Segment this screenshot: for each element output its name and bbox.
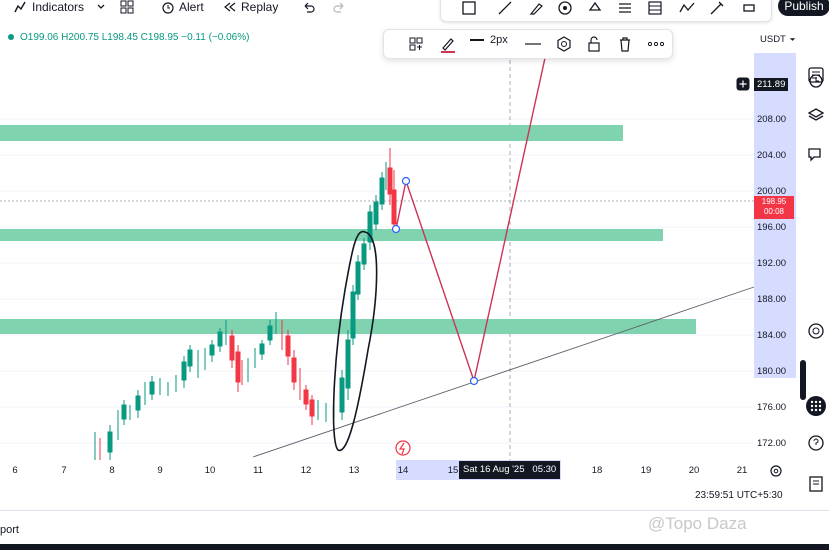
time-tick: 20 bbox=[688, 465, 700, 476]
path-anchor-point[interactable] bbox=[469, 376, 479, 386]
price-tick: 188.00 bbox=[757, 294, 787, 305]
trash-icon[interactable] bbox=[617, 36, 633, 52]
time-tick: 8 bbox=[109, 465, 115, 476]
lock-icon[interactable] bbox=[586, 36, 602, 52]
apps-grid-icon[interactable] bbox=[806, 396, 826, 416]
clock-label: 23:59:51 UTC+5:30 bbox=[695, 490, 783, 501]
current-price-value: 198.95 bbox=[761, 197, 787, 206]
line-width-selector[interactable]: 2px bbox=[470, 34, 508, 46]
line-style-icon[interactable] bbox=[524, 36, 542, 52]
settings-icon[interactable] bbox=[556, 36, 572, 52]
time-tick: 11 bbox=[253, 465, 263, 476]
crosshair-time-label: Sat 16 Aug '25 05:30 bbox=[459, 461, 561, 479]
path-anchor-point[interactable] bbox=[401, 176, 411, 186]
time-tick: 18 bbox=[591, 465, 603, 476]
time-tick: 14 bbox=[397, 465, 409, 476]
divider bbox=[0, 510, 829, 511]
price-tick: 176.00 bbox=[757, 402, 787, 413]
more-options-icon[interactable] bbox=[647, 36, 665, 52]
plus-circle-icon[interactable] bbox=[736, 77, 750, 91]
time-tick: 9 bbox=[157, 465, 163, 476]
line-width-label: 2px bbox=[490, 34, 508, 46]
time-tick: 10 bbox=[204, 465, 216, 476]
drawing-properties-toolbar: 2px bbox=[383, 29, 673, 59]
currency-selector[interactable]: USDT bbox=[760, 34, 796, 45]
axis-settings-icon[interactable] bbox=[769, 464, 783, 478]
chat-icon[interactable] bbox=[806, 146, 826, 166]
price-tick: 172.00 bbox=[757, 438, 787, 449]
price-badge-top[interactable]: 211.89 bbox=[736, 76, 796, 92]
price-tick: 208.00 bbox=[757, 114, 787, 125]
target-icon[interactable] bbox=[806, 322, 826, 342]
bottom-panel: 23:59:51 UTC+5:30 port @Topo Daza bbox=[0, 488, 829, 550]
time-tick: 13 bbox=[348, 465, 360, 476]
bottom-tab-label[interactable]: port bbox=[0, 524, 19, 536]
trend-line[interactable] bbox=[252, 286, 755, 458]
screen-bottom-edge bbox=[0, 544, 829, 550]
template-icon[interactable] bbox=[408, 36, 424, 52]
price-tick: 204.00 bbox=[757, 150, 787, 161]
time-tick: 7 bbox=[61, 465, 67, 476]
currency-label: USDT bbox=[760, 34, 786, 45]
time-tick: 21 bbox=[736, 465, 748, 476]
chevron-down-icon bbox=[789, 37, 795, 41]
price-tick: 192.00 bbox=[757, 258, 787, 269]
pencil-color-icon[interactable] bbox=[440, 36, 456, 54]
price-tick: 184.00 bbox=[757, 330, 787, 341]
price-tick: 196.00 bbox=[757, 222, 787, 233]
candle-countdown: 00:08 bbox=[763, 207, 785, 216]
alarm-clock-icon[interactable] bbox=[806, 71, 826, 91]
support-zone-middle[interactable] bbox=[0, 229, 663, 241]
right-sidebar bbox=[800, 60, 829, 520]
top-price-value: 211.89 bbox=[754, 77, 789, 91]
watermark-text: @Topo Daza bbox=[648, 514, 747, 533]
time-tick: 12 bbox=[300, 465, 312, 476]
layers-icon[interactable] bbox=[806, 106, 826, 126]
candlestick-series bbox=[94, 148, 397, 460]
price-tick: 180.00 bbox=[757, 366, 787, 377]
time-tick: 19 bbox=[640, 465, 652, 476]
scroll-handle[interactable] bbox=[800, 360, 826, 400]
price-tick: 200.00 bbox=[757, 186, 787, 197]
line-width-icon bbox=[470, 39, 484, 41]
path-anchor-point[interactable] bbox=[391, 224, 401, 234]
time-tick: 6 bbox=[12, 465, 18, 476]
help-icon[interactable] bbox=[806, 434, 826, 454]
current-price-badge: 198.95 00:08 bbox=[754, 196, 794, 219]
